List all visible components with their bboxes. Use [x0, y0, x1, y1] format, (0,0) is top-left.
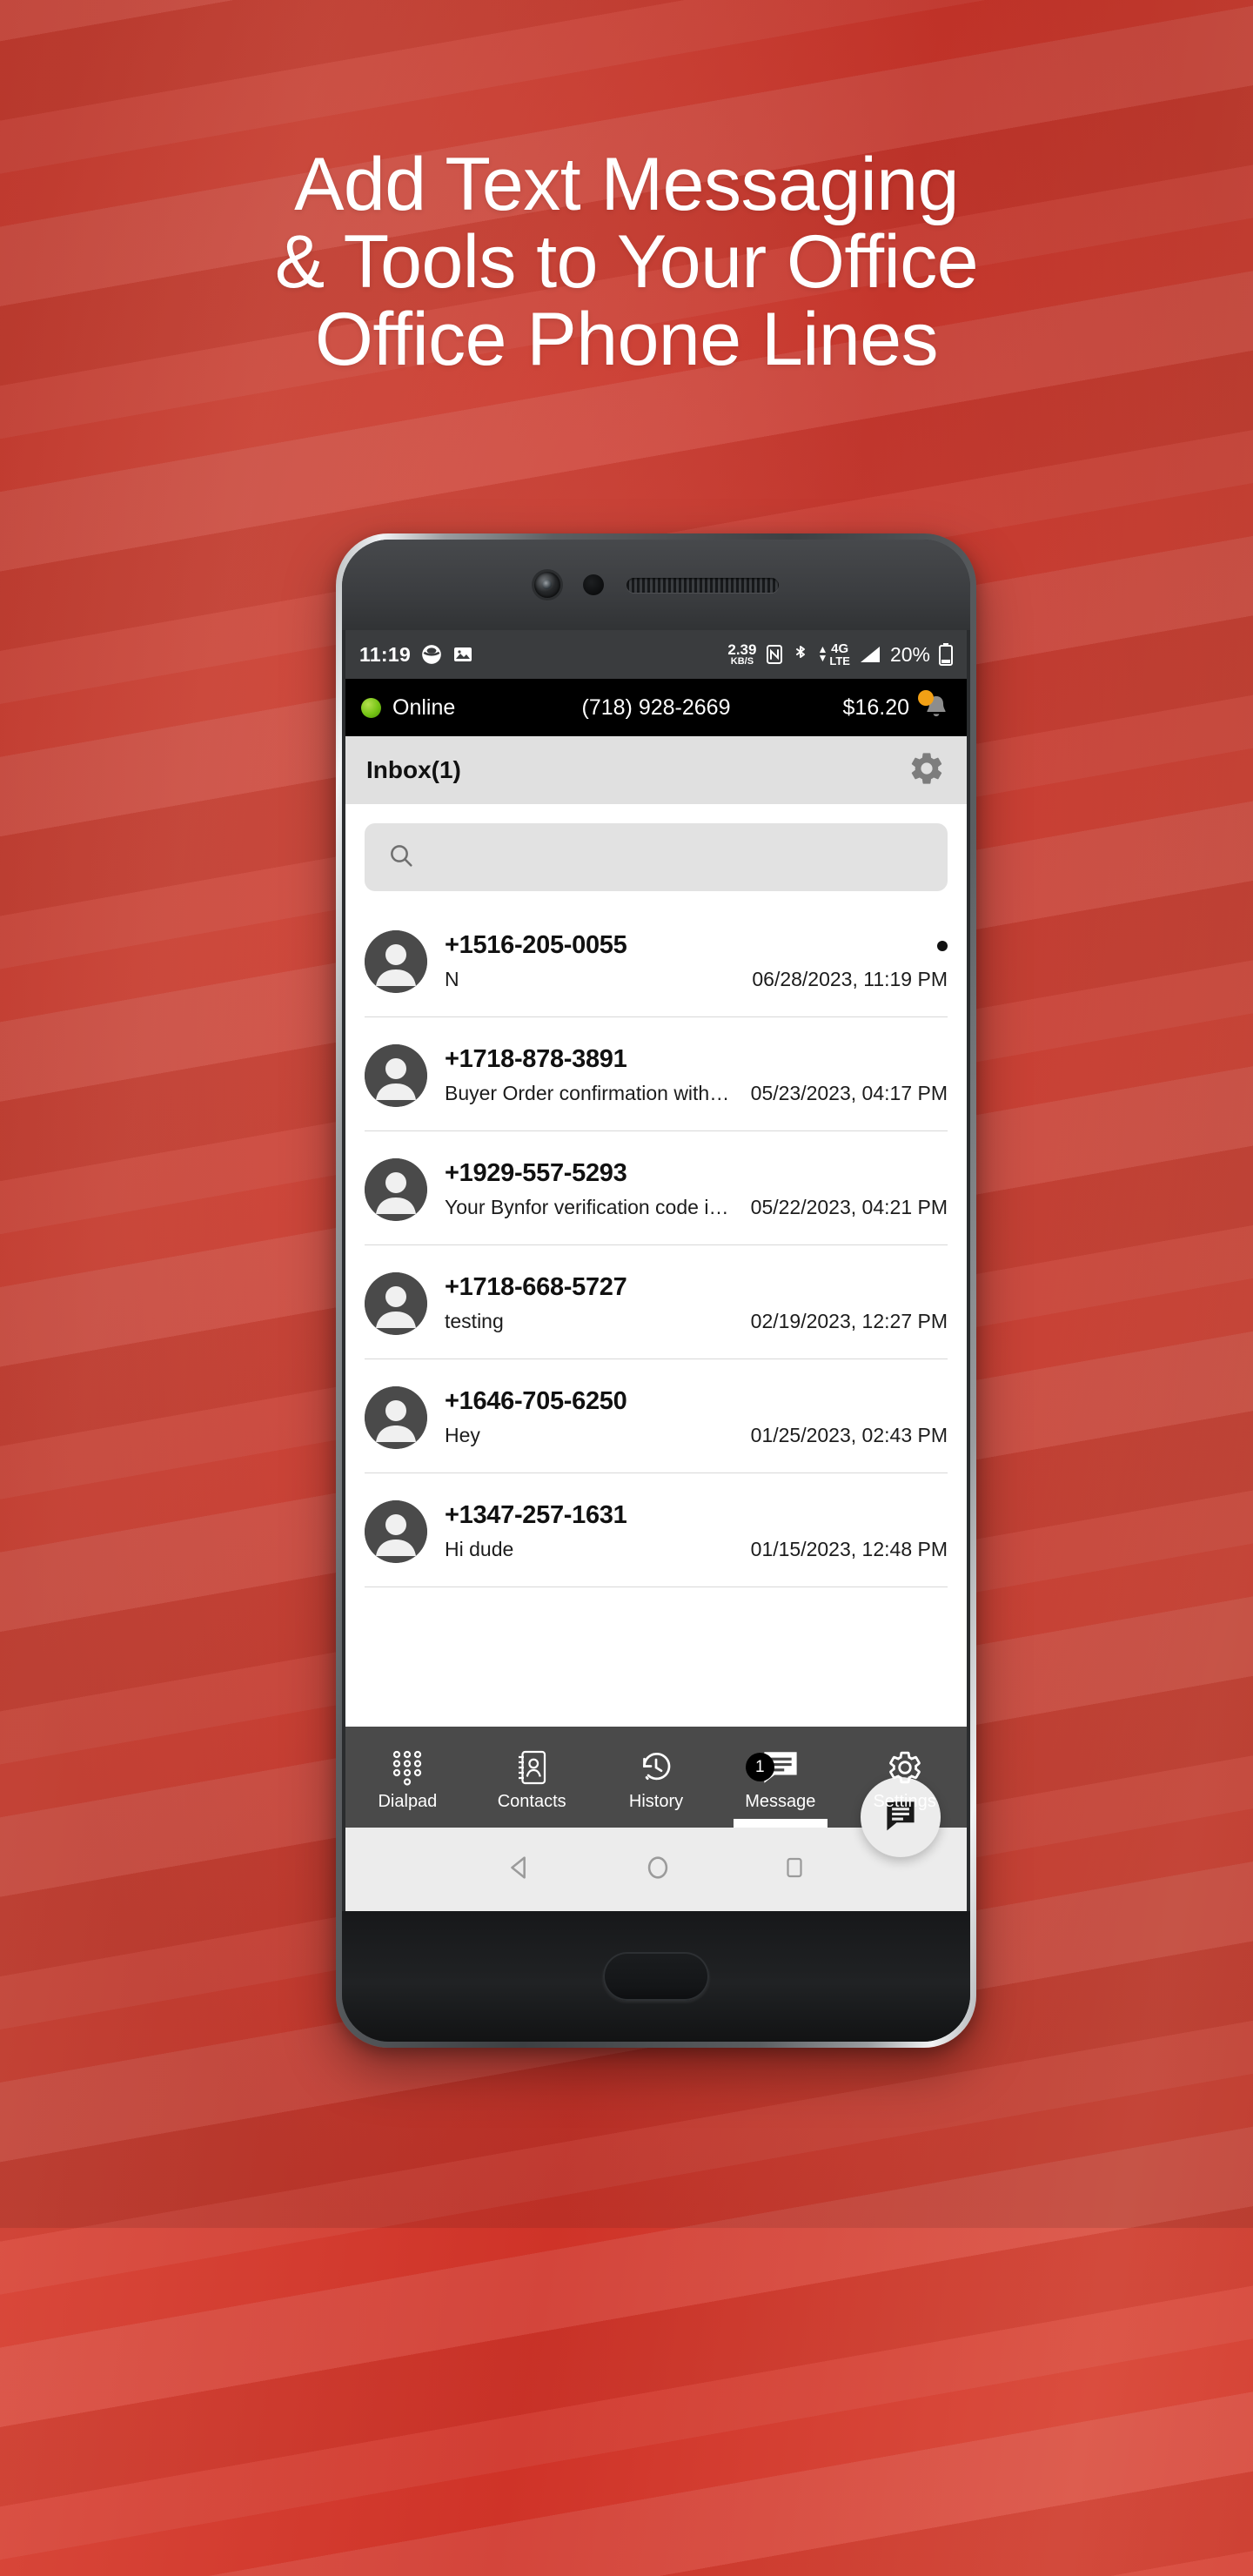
- home-button[interactable]: [603, 1952, 709, 2001]
- conversation-timestamp: 06/28/2023, 11:19 PM: [752, 968, 948, 990]
- conversation-row[interactable]: +1718-668-5727 testing 02/19/2023, 12:27…: [365, 1245, 948, 1359]
- status-bar-left: 11:19: [359, 643, 473, 667]
- avatar: [365, 1157, 427, 1221]
- avatar: [365, 1043, 427, 1107]
- earpiece-speaker-icon: [626, 577, 779, 593]
- search-container: [345, 804, 967, 903]
- tab-label: Dialpad: [378, 1791, 438, 1811]
- account-status-bar[interactable]: Online (718) 928-2669 $16.20: [345, 679, 967, 736]
- conversation-row[interactable]: +1718-878-3891 Buyer Order confirmation …: [365, 1017, 948, 1131]
- phone-mockup: 11:19 2.39 KB/S ▲ ▼ 4G LTE 20% Online (7…: [336, 533, 976, 2048]
- conversation-number: +1646-705-6250: [445, 1387, 627, 1415]
- status-clock: 11:19: [359, 642, 412, 666]
- conversation-row[interactable]: +1347-257-1631 Hi dude 01/15/2023, 12:48…: [365, 1473, 948, 1587]
- active-tab-indicator: [733, 1819, 828, 1828]
- avatar: [365, 1385, 427, 1449]
- phone-body: 11:19 2.39 KB/S ▲ ▼ 4G LTE 20% Online (7…: [342, 540, 970, 2042]
- tab-label: Settings: [873, 1791, 936, 1811]
- android-status-bar: 11:19 2.39 KB/S ▲ ▼ 4G LTE 20%: [345, 630, 967, 679]
- conversation-number: +1929-557-5293: [445, 1159, 627, 1187]
- tab-dialpad[interactable]: Dialpad: [345, 1727, 470, 1828]
- dialpad-icon: [390, 1748, 425, 1787]
- data-rate-value: 2.39: [727, 641, 757, 658]
- presence-status-label: Online: [392, 694, 456, 720]
- data-rate-indicator: 2.39 KB/S: [727, 642, 756, 667]
- conversation-preview: Your Bynfor verification code is…: [445, 1196, 732, 1218]
- bluetooth-icon: [793, 644, 808, 665]
- conversation-number: +1718-668-5727: [445, 1273, 627, 1301]
- status-bar-right: 2.39 KB/S ▲ ▼ 4G LTE 20%: [727, 642, 953, 667]
- phone-screen: 11:19 2.39 KB/S ▲ ▼ 4G LTE 20% Online (7…: [345, 630, 967, 1911]
- headline-line-1: Add Text Messaging: [294, 143, 959, 226]
- account-bar-right: $16.20: [842, 690, 951, 723]
- conversation-preview: Hi dude: [445, 1538, 514, 1560]
- tab-label: Message: [745, 1791, 816, 1811]
- conversation-timestamp: 01/15/2023, 12:48 PM: [750, 1538, 948, 1560]
- proximity-sensor-icon: [582, 574, 604, 595]
- page-title: Inbox(1): [366, 756, 461, 783]
- phone-top-bezel: [342, 540, 970, 630]
- notification-bell-icon[interactable]: [918, 690, 951, 723]
- avatar: [365, 929, 427, 993]
- conversation-row[interactable]: +1929-557-5293 Your Bynfor verification …: [365, 1131, 948, 1245]
- gear-icon: [887, 1748, 923, 1787]
- network-generation: 4G: [831, 641, 849, 656]
- message-unread-badge: 1: [745, 1753, 774, 1781]
- conversation-timestamp: 05/22/2023, 04:21 PM: [750, 1196, 948, 1218]
- data-rate-unit: KB/S: [730, 656, 754, 667]
- contacts-book-icon: [514, 1748, 549, 1787]
- back-triangle-icon[interactable]: [505, 1853, 534, 1887]
- search-input[interactable]: [365, 823, 948, 891]
- conversation-list[interactable]: +1516-205-0055 N 06/28/2023, 11:19 PM +1…: [345, 903, 967, 1727]
- conversation-timestamp: 02/19/2023, 12:27 PM: [750, 1310, 948, 1332]
- headline-line-2: & Tools to Your Office: [274, 220, 979, 304]
- conversation-preview: N: [445, 968, 459, 990]
- avatar: [365, 1271, 427, 1335]
- recents-square-icon[interactable]: [781, 1853, 807, 1887]
- tab-settings[interactable]: Settings: [842, 1727, 967, 1828]
- battery-percent: 20%: [889, 642, 930, 666]
- account-balance: $16.20: [842, 694, 909, 720]
- notification-badge-dot: [918, 690, 934, 706]
- gear-icon[interactable]: [908, 749, 946, 792]
- bottom-tab-bar: Dialpad Contacts History 1 Message Setti…: [345, 1727, 967, 1828]
- conversation-number: +1718-878-3891: [445, 1045, 627, 1073]
- conversation-row[interactable]: +1516-205-0055 N 06/28/2023, 11:19 PM: [365, 903, 948, 1017]
- promo-headline: Add Text Messaging & Tools to Your Offic…: [0, 143, 1253, 381]
- headline-line-3: Office Phone Lines: [314, 298, 939, 381]
- conversation-preview: Buyer Order confirmation with O…: [445, 1082, 732, 1104]
- battery-icon: [939, 643, 953, 666]
- phone-bottom-chin: [342, 1911, 970, 2042]
- inbox-header: Inbox(1): [345, 736, 967, 804]
- front-camera-icon: [533, 572, 560, 598]
- signal-bars-icon: [859, 645, 881, 664]
- tab-label: History: [628, 1791, 684, 1811]
- unread-indicator-dot: [937, 940, 948, 951]
- data-arrows-icon: ▲ ▼: [817, 643, 828, 664]
- nfc-icon: [765, 644, 784, 665]
- screenshot-image-icon: [452, 644, 473, 665]
- home-circle-icon[interactable]: [643, 1853, 673, 1887]
- conversation-number: +1516-205-0055: [445, 931, 627, 959]
- tab-label: Contacts: [497, 1791, 566, 1811]
- conversation-number: +1347-257-1631: [445, 1501, 627, 1529]
- conversation-preview: testing: [445, 1310, 504, 1332]
- tab-message[interactable]: 1 Message: [718, 1727, 842, 1828]
- app-notification-icon: [420, 643, 443, 666]
- network-tech: LTE: [829, 654, 850, 667]
- tab-contacts[interactable]: Contacts: [470, 1727, 594, 1828]
- network-type-indicator: ▲ ▼ 4G LTE: [817, 642, 849, 667]
- tab-history[interactable]: History: [594, 1727, 719, 1828]
- presence-status-dot: [361, 697, 381, 718]
- conversation-row[interactable]: +1646-705-6250 Hey 01/25/2023, 02:43 PM: [365, 1359, 948, 1473]
- conversation-timestamp: 05/23/2023, 04:17 PM: [750, 1082, 948, 1104]
- history-clock-icon: [638, 1748, 674, 1787]
- conversation-preview: Hey: [445, 1424, 480, 1446]
- avatar: [365, 1499, 427, 1563]
- search-icon: [387, 842, 415, 874]
- conversation-timestamp: 01/25/2023, 02:43 PM: [750, 1424, 948, 1446]
